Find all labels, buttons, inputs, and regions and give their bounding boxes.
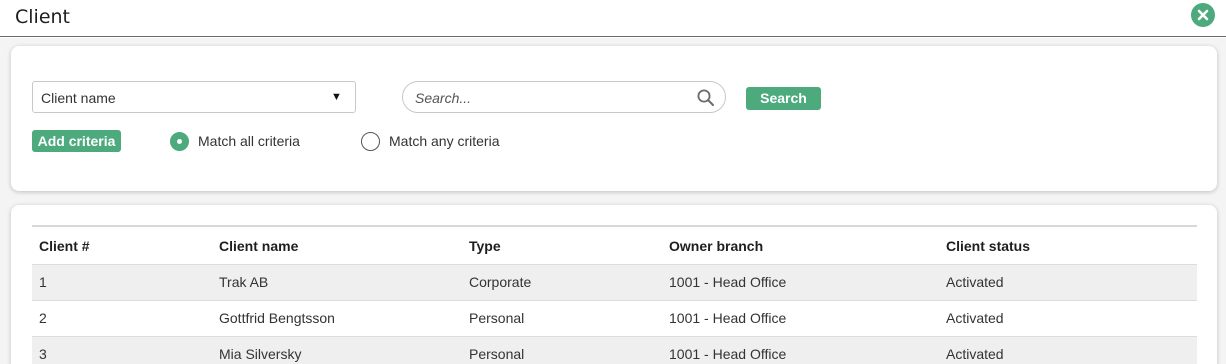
window-title: Client: [15, 6, 71, 28]
dropdown-arrow-icon: ▼: [331, 91, 342, 103]
results-panel: Client # Client name Type Owner branch C…: [11, 205, 1217, 364]
window-header: Client: [0, 0, 1226, 37]
table-row[interactable]: 2 Gottfrid Bengtsson Personal 1001 - Hea…: [32, 300, 1197, 336]
cell-owner-branch: 1001 - Head Office: [669, 346, 787, 363]
table-row[interactable]: 3 Mia Silversky Personal 1001 - Head Off…: [32, 336, 1197, 364]
search-input[interactable]: [415, 88, 695, 108]
column-header-type[interactable]: Type: [462, 226, 662, 264]
match-all-label: Match all criteria: [198, 133, 300, 149]
cell-owner-branch: 1001 - Head Office: [669, 310, 787, 326]
search-field[interactable]: [402, 81, 726, 113]
criteria-field-value: Client name: [41, 90, 116, 106]
column-header-client-status[interactable]: Client status: [939, 226, 1197, 264]
filter-panel: Client name ▼ Search Add criteria Match …: [11, 46, 1217, 191]
close-button[interactable]: [1191, 3, 1215, 27]
search-button[interactable]: Search: [746, 87, 821, 110]
column-header-client-name[interactable]: Client name: [212, 226, 462, 264]
cell-client-name: Mia Silversky: [219, 346, 302, 363]
cell-type: Corporate: [469, 274, 532, 290]
match-any-label: Match any criteria: [389, 133, 500, 149]
cell-client-number: 3: [39, 346, 47, 363]
cell-client-status: Activated: [946, 274, 1004, 290]
cell-client-name: Trak AB: [219, 274, 269, 290]
criteria-field-select[interactable]: Client name ▼: [32, 81, 356, 113]
cell-type: Personal: [469, 346, 525, 363]
magnifier-icon[interactable]: [696, 88, 716, 108]
clients-table: Client # Client name Type Owner branch C…: [32, 225, 1197, 364]
table-header-row: Client # Client name Type Owner branch C…: [32, 226, 1197, 264]
match-all-radio[interactable]: [170, 132, 189, 151]
cell-client-number: 1: [39, 274, 47, 290]
column-header-owner-branch[interactable]: Owner branch: [662, 226, 939, 264]
cell-client-status: Activated: [946, 310, 1004, 326]
cell-type: Personal: [469, 310, 525, 326]
close-icon[interactable]: [1191, 3, 1215, 27]
column-header-client-number[interactable]: Client #: [32, 226, 212, 264]
add-criteria-button[interactable]: Add criteria: [32, 130, 121, 152]
cell-client-status: Activated: [946, 346, 1004, 363]
table-row[interactable]: 1 Trak AB Corporate 1001 - Head Office A…: [32, 264, 1197, 300]
cell-client-name: Gottfrid Bengtsson: [219, 310, 335, 326]
cell-owner-branch: 1001 - Head Office: [669, 274, 787, 290]
match-any-radio[interactable]: [361, 132, 380, 151]
cell-client-number: 2: [39, 310, 47, 326]
